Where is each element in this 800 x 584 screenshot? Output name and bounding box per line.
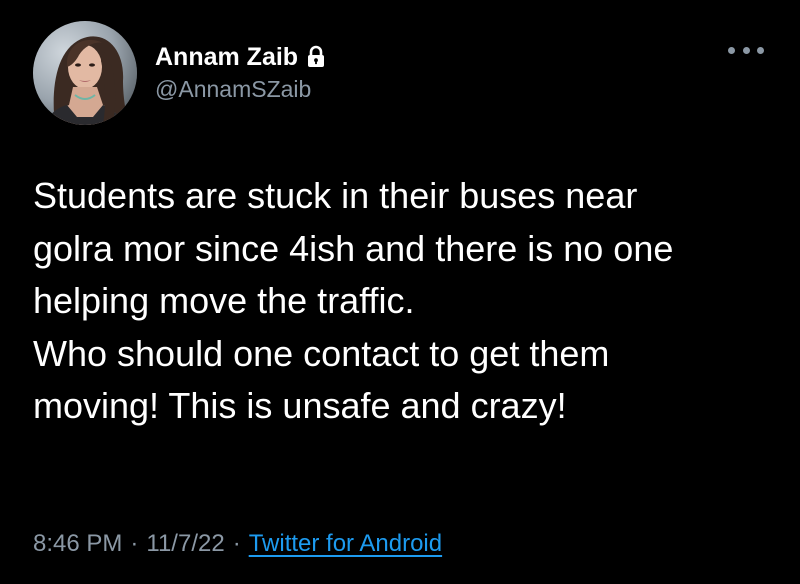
tweet-time[interactable]: 8:46 PM [33, 530, 122, 558]
tweet-date[interactable]: 11/7/22 [146, 530, 224, 558]
tweet-text-line: golra mor since 4ish and there is no one [33, 227, 674, 269]
author-name-row: Annam Zaib [155, 40, 326, 74]
author-handle[interactable]: @AnnamSZaib [155, 76, 311, 103]
tweet-card: Annam Zaib @AnnamSZaib Students are stuc… [0, 0, 800, 584]
avatar[interactable] [33, 21, 137, 125]
source-link[interactable]: Twitter for Android [249, 530, 442, 558]
separator: · [130, 530, 139, 557]
tweet-text: Students are stuck in their buses near g… [33, 170, 783, 433]
avatar-image [33, 21, 137, 125]
tweet-text-line: Who should one contact to get them [33, 332, 610, 374]
tweet-text-line: helping move the traffic. [33, 280, 415, 321]
ellipsis-icon-dot [742, 46, 750, 54]
author-display-name[interactable]: Annam Zaib [155, 43, 298, 72]
tweet-text-line: Students are stuck in their buses near [33, 175, 638, 216]
more-options-button[interactable] [728, 38, 764, 62]
tweet-metadata: 8:46 PM · 11/7/22 · Twitter for Android [33, 530, 442, 558]
lock-icon [306, 45, 326, 69]
separator: · [232, 530, 241, 557]
ellipsis-icon-dot [757, 46, 764, 54]
ellipsis-icon-dot [728, 46, 735, 54]
tweet-text-line: moving! This is unsafe and crazy! [33, 385, 567, 426]
